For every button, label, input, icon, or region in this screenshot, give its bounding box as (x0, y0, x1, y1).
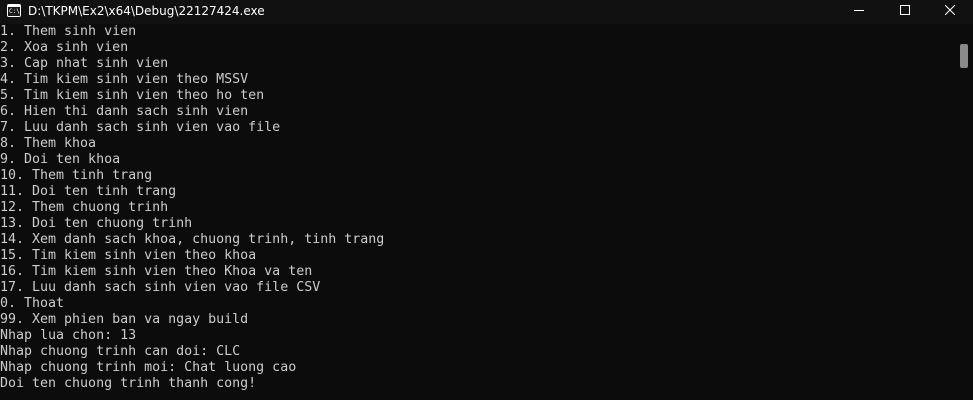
console-output[interactable]: 1. Them sinh vien 2. Xoa sinh vien 3. Ca… (0, 24, 955, 400)
console-line: 99. Xem phien ban va ngay build (0, 312, 249, 327)
maximize-icon (900, 5, 910, 15)
minimize-button[interactable] (836, 0, 882, 20)
console-line: 5. Tim kiem sinh vien theo ho ten (0, 88, 265, 103)
console-line: 1. Them sinh vien (0, 24, 137, 39)
console-line: 0. Thoat (0, 296, 65, 311)
console-window: C:\ D:\TKPM\Ex2\x64\Debug\22127424.exe 1… (0, 0, 973, 400)
minimize-icon (854, 10, 864, 11)
console-line: 9. Doi ten khoa (0, 152, 121, 167)
console-line: 10. Them tinh trang (0, 168, 153, 183)
scrollbar-thumb[interactable] (960, 44, 968, 68)
console-line: 2. Xoa sinh vien (0, 40, 129, 55)
console-app-icon[interactable]: C:\ (7, 4, 21, 17)
console-line: 14. Xem danh sach khoa, chuong trinh, ti… (0, 232, 385, 247)
vertical-scrollbar[interactable] (955, 24, 973, 400)
console-line: 17. Luu danh sach sinh vien vao file CSV (0, 280, 321, 295)
window-title: D:\TKPM\Ex2\x64\Debug\22127424.exe (28, 4, 265, 18)
console-line: 15. Tim kiem sinh vien theo khoa (0, 248, 257, 263)
close-button[interactable] (927, 0, 973, 20)
console-line: 12. Them chuong trinh (0, 200, 169, 215)
maximize-button[interactable] (882, 0, 928, 20)
console-line: 16. Tim kiem sinh vien theo Khoa va ten (0, 264, 313, 279)
console-line: Nhap chuong trinh moi: Chat luong cao (0, 360, 297, 375)
console-line: 3. Cap nhat sinh vien (0, 56, 169, 71)
console-line: 13. Doi ten chuong trinh (0, 216, 193, 231)
console-line: 8. Them khoa (0, 136, 97, 151)
close-icon (945, 5, 955, 15)
title-bar[interactable]: C:\ D:\TKPM\Ex2\x64\Debug\22127424.exe (0, 0, 973, 24)
console-line: 4. Tim kiem sinh vien theo MSSV (0, 72, 249, 87)
console-line: 11. Doi ten tinh trang (0, 184, 177, 199)
console-line: Nhap lua chon: 13 (0, 328, 137, 343)
console-line: 6. Hien thi danh sach sinh vien (0, 104, 249, 119)
console-line: Doi ten chuong trinh thanh cong! (0, 376, 257, 391)
console-line: 7. Luu danh sach sinh vien vao file (0, 120, 281, 135)
console-app-icon-glyph: C:\ (8, 7, 20, 16)
console-line: Nhap chuong trinh can doi: CLC (0, 344, 241, 359)
